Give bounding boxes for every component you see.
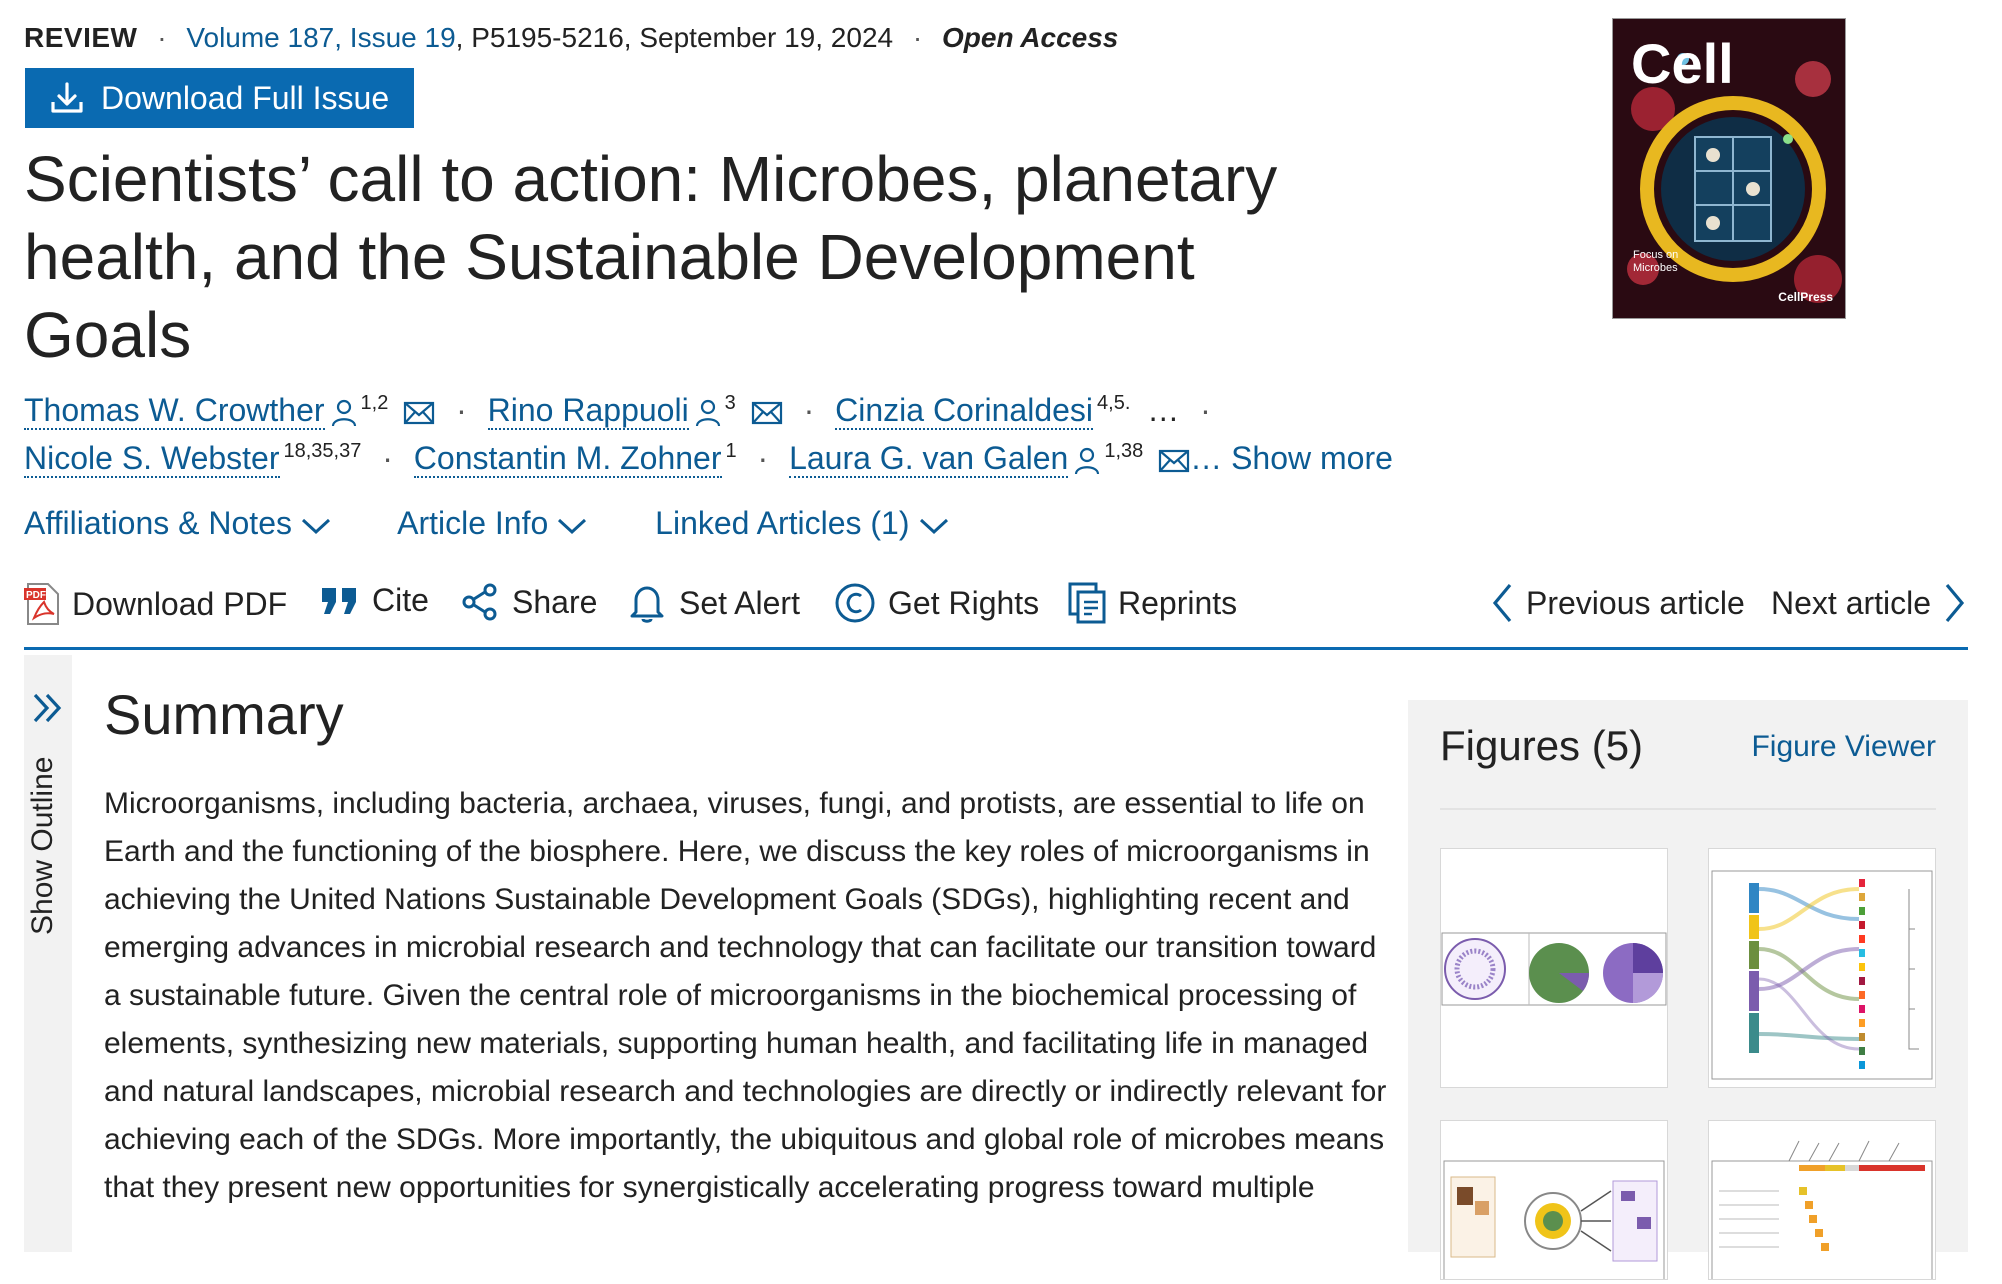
article-meta-line: REVIEW · Volume 187, Issue 19, P5195-521… [24, 22, 1118, 54]
article-type: REVIEW [24, 22, 138, 53]
separator-dot: · [803, 392, 815, 428]
article-meta-tabs: Affiliations & Notes Article Info Linked… [24, 505, 1008, 542]
affiliations-notes-toggle[interactable]: Affiliations & Notes [24, 505, 332, 541]
copyright-icon [835, 583, 875, 623]
summary-paragraph: Microorganisms, including bacteria, arch… [104, 787, 1387, 1204]
email-icon[interactable] [403, 401, 435, 425]
author-affiliation-numbers: 1,38 [1104, 440, 1144, 463]
chevron-down-icon [919, 518, 948, 534]
figure-3-preview [1443, 1160, 1665, 1282]
article-title: Scientists’ call to action: Microbes, pl… [24, 143, 1278, 371]
previous-article-link[interactable]: Previous article [1490, 582, 1745, 624]
author-list: Thomas W. Crowther 1,2 · Rino Rappuoli 3 ·… [24, 392, 1223, 430]
affiliations-notes-label: Affiliations & Notes [24, 505, 292, 541]
figures-divider [1440, 808, 1936, 810]
author-affiliation-numbers: 18,35,37 [283, 440, 362, 463]
pdf-file-icon: PDF [24, 583, 59, 625]
person-icon [695, 399, 720, 426]
reprints-button[interactable]: Reprints [1068, 582, 1237, 624]
bell-icon [630, 586, 664, 623]
summary-heading: Summary [104, 683, 344, 746]
figures-title: Figures (5) [1440, 722, 1644, 769]
cover-caption: Focus on Microbes [1633, 249, 1679, 274]
linked-articles-toggle[interactable]: Linked Articles (1) [655, 505, 949, 541]
author-affiliation-numbers: 1 [725, 440, 737, 463]
chevron-left-icon [1492, 583, 1512, 623]
svg-text:PDF: PDF [26, 590, 46, 601]
author-link[interactable]: Rino Rappuoli [487, 392, 689, 430]
journal-cover-image[interactable]: Cell Focus on Microbes CellPress [1612, 18, 1846, 319]
figures-panel: Figures (5) Figure Viewer [1408, 700, 1968, 1282]
cite-button[interactable]: Cite [320, 582, 429, 619]
linked-articles-label: Linked Articles (1) [655, 505, 910, 541]
author-list: Nicole S. Webster 18,35,37 · Constantin M… [24, 440, 1393, 478]
article-info-toggle[interactable]: Article Info [397, 505, 588, 541]
email-icon[interactable] [751, 401, 783, 425]
download-pdf-label: Download PDF [72, 585, 288, 622]
volume-issue-link[interactable]: Volume 187, Issue 19 [186, 22, 455, 53]
author-affiliation-numbers: 4,5. [1097, 392, 1131, 415]
share-button[interactable]: Share [460, 582, 597, 622]
download-pdf-button[interactable]: PDF Download PDF [24, 582, 287, 626]
cover-journal-name: Cell [1631, 32, 1734, 95]
download-full-issue-button[interactable]: Download Full Issue [25, 68, 414, 128]
reprints-icon [1068, 582, 1106, 624]
separator-dot: · [757, 440, 769, 476]
get-rights-label: Get Rights [888, 584, 1040, 621]
next-article-link[interactable]: Next article [1771, 582, 1979, 624]
next-article-label: Next article [1771, 584, 1932, 621]
previous-article-label: Previous article [1526, 584, 1745, 621]
chevron-down-icon [558, 518, 587, 534]
share-label: Share [512, 583, 598, 620]
chevron-down-icon [301, 518, 331, 534]
get-rights-button[interactable]: Get Rights [834, 582, 1039, 624]
separator-dot: · [1200, 392, 1211, 428]
pages-date: , P5195-5216, September 19, 2024 [455, 22, 894, 53]
reprints-label: Reprints [1118, 584, 1238, 621]
article-info-label: Article Info [397, 505, 549, 541]
figure-viewer-link[interactable]: Figure Viewer [1751, 730, 1936, 764]
author-ellipsis: … [1147, 392, 1180, 428]
author-affiliation-numbers: 1,2 [360, 392, 389, 415]
separator-dot: · [456, 392, 467, 428]
separator-dot: · [157, 22, 167, 53]
cite-label: Cite [372, 582, 429, 618]
article-toolbar: PDF Download PDF Cite Share Set Alert Ge… [24, 582, 1968, 630]
author-link[interactable]: Nicole S. Webster [24, 440, 280, 478]
person-icon [1075, 447, 1100, 474]
share-icon [462, 583, 497, 621]
author-link[interactable]: Laura G. van Galen [789, 440, 1069, 478]
show-outline-label[interactable]: Show Outline [26, 757, 60, 935]
figure-thumbnail-3[interactable] [1440, 1120, 1668, 1282]
figure-thumbnail-4[interactable] [1708, 1120, 1936, 1282]
set-alert-label: Set Alert [679, 584, 800, 621]
figure-1-preview [1441, 932, 1667, 1006]
separator-dot: · [382, 440, 393, 476]
figure-2-preview [1711, 870, 1933, 1080]
email-icon[interactable] [1158, 449, 1190, 473]
cover-publisher: CellPress [1778, 290, 1833, 304]
show-outline-rail[interactable] [24, 655, 72, 1252]
author-link[interactable]: Constantin M. Zohner [413, 440, 722, 478]
separator-dot: · [912, 22, 923, 53]
download-full-issue-label: Download Full Issue [101, 79, 390, 116]
figure-thumbnail-1[interactable] [1440, 848, 1668, 1088]
double-chevron-right-icon [33, 693, 62, 723]
figure-4-preview [1711, 1140, 1933, 1282]
set-alert-button[interactable]: Set Alert [627, 582, 800, 624]
show-more-authors-link[interactable]: … Show more [1190, 440, 1393, 476]
author-link[interactable]: Cinzia Corinaldesi [835, 392, 1094, 430]
quote-icon [322, 587, 356, 614]
author-link[interactable]: Thomas W. Crowther [24, 392, 325, 430]
toolbar-divider [24, 647, 1968, 650]
person-icon [331, 399, 356, 426]
open-access-label: Open Access [941, 22, 1119, 53]
author-affiliation-numbers: 3 [724, 392, 736, 415]
figure-thumbnail-2[interactable] [1708, 848, 1936, 1088]
download-icon [51, 82, 83, 113]
chevron-right-icon [1945, 583, 1965, 623]
